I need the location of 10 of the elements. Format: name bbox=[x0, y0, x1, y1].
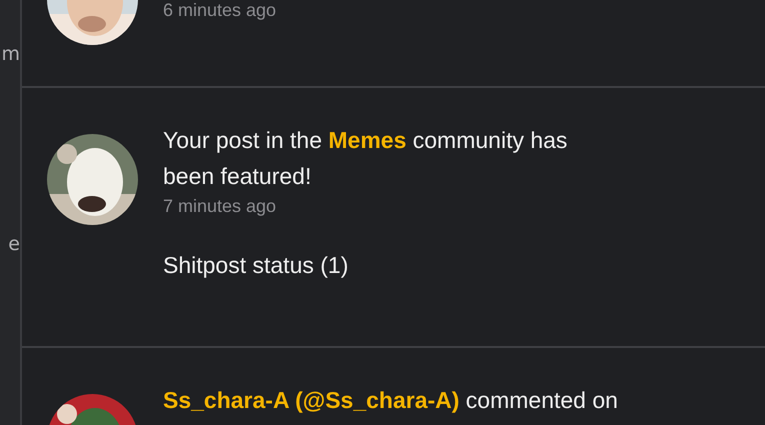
sidebar-text: m bbox=[1, 42, 20, 66]
notification-message: Ss_chara-A (@Ss_chara-A) commented on bbox=[163, 386, 618, 415]
notification-card[interactable]: 6 minutes ago bbox=[22, 0, 765, 88]
notification-card[interactable]: Your post in the Memes community has been featured! 7 minutes ago Shitpost status (1) bbox=[22, 88, 765, 348]
notification-message: Your post in the Memes community has been featured! bbox=[163, 126, 568, 191]
timestamp: 7 minutes ago bbox=[163, 195, 278, 218]
notification-detail: Shitpost status (1) bbox=[163, 251, 350, 280]
notification-card[interactable]: Ss_chara-A (@Ss_chara-A) commented on bbox=[22, 348, 765, 425]
sidebar-text: e bbox=[8, 232, 20, 256]
timestamp: 6 minutes ago bbox=[163, 0, 276, 22]
